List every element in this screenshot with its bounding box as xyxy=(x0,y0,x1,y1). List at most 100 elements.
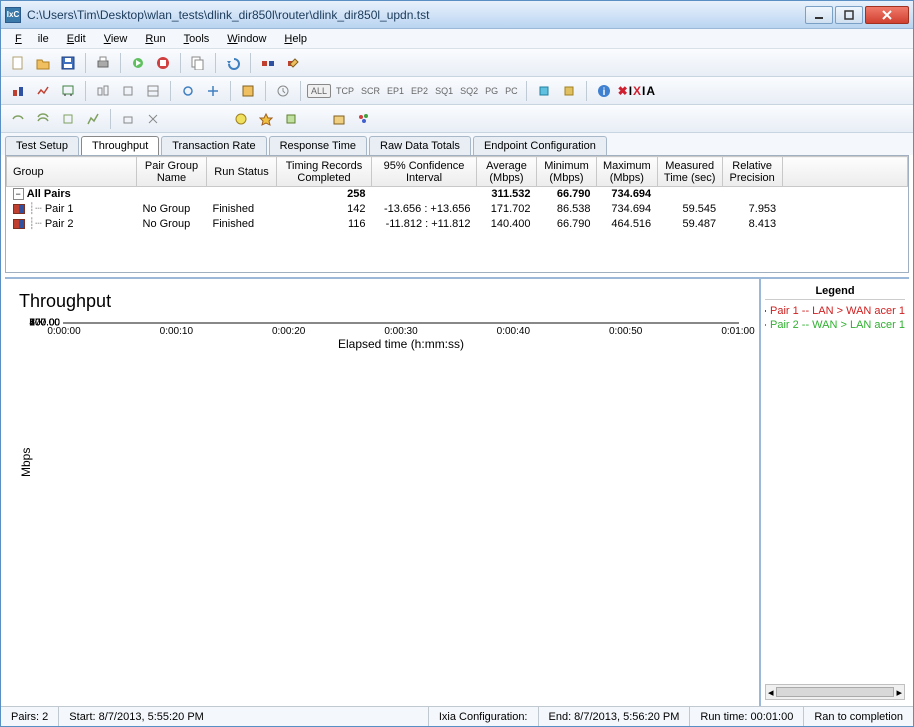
t2-icon-4[interactable] xyxy=(92,80,114,102)
pair-add-icon[interactable] xyxy=(257,52,279,74)
filter-tcp[interactable]: TCP xyxy=(334,86,356,96)
tab-test-setup[interactable]: Test Setup xyxy=(5,136,79,155)
status-pairs: Pairs: 2 xyxy=(1,707,59,726)
legend-scrollbar[interactable]: ◂ ▸ xyxy=(765,684,905,700)
titlebar: IxC C:\Users\Tim\Desktop\wlan_tests\dlin… xyxy=(1,1,913,29)
new-icon[interactable] xyxy=(7,52,29,74)
menu-file[interactable]: File xyxy=(7,31,57,47)
t2-icon-end2[interactable] xyxy=(558,80,580,102)
toolbar-main xyxy=(1,49,913,77)
results-grid: Group Pair Group Name Run Status Timing … xyxy=(5,155,909,273)
close-button[interactable] xyxy=(865,6,909,24)
menu-window[interactable]: Window xyxy=(219,31,274,47)
toolbar-extra xyxy=(1,105,913,133)
status-ran: Ran to completion xyxy=(804,707,913,726)
col-group[interactable]: Group xyxy=(7,157,137,187)
statusbar: Pairs: 2 Start: 8/7/2013, 5:55:20 PM Ixi… xyxy=(1,706,913,726)
maximize-button[interactable] xyxy=(835,6,863,24)
t2-icon-end1[interactable] xyxy=(533,80,555,102)
table-row[interactable]: ┊┄ Pair 1 No Group Finished 142 -13.656 … xyxy=(7,201,908,216)
svg-text:i: i xyxy=(602,87,605,98)
print-icon[interactable] xyxy=(92,52,114,74)
tab-throughput[interactable]: Throughput xyxy=(81,136,159,155)
status-end: End: 8/7/2013, 5:56:20 PM xyxy=(539,707,691,726)
status-ixia: Ixia Configuration: xyxy=(429,707,539,726)
tab-raw-data-totals[interactable]: Raw Data Totals xyxy=(369,136,471,155)
pair-icon xyxy=(13,219,25,229)
table-row[interactable]: ┊┄ Pair 2 No Group Finished 116 -11.812 … xyxy=(7,216,908,231)
app-icon: IxC xyxy=(5,7,21,23)
t2-icon-1[interactable] xyxy=(7,80,29,102)
info-icon[interactable]: i xyxy=(593,80,615,102)
menu-run[interactable]: Run xyxy=(137,31,173,47)
scroll-left-icon[interactable]: ◂ xyxy=(768,686,774,699)
col-avg[interactable]: Average (Mbps) xyxy=(477,157,537,187)
t3-icon-8[interactable] xyxy=(255,108,277,130)
t3-icon-3[interactable] xyxy=(57,108,79,130)
tab-transaction-rate[interactable]: Transaction Rate xyxy=(161,136,266,155)
t2-icon-5[interactable] xyxy=(117,80,139,102)
table-row-allpairs[interactable]: −All Pairs 258 311.532 66.790 734.694 xyxy=(7,187,908,202)
filter-pg[interactable]: PG xyxy=(483,86,500,96)
col-trc[interactable]: Timing Records Completed xyxy=(277,157,372,187)
t2-icon-9[interactable] xyxy=(237,80,259,102)
col-runstatus[interactable]: Run Status xyxy=(207,157,277,187)
filter-sq1[interactable]: SQ1 xyxy=(433,86,455,96)
t2-icon-6[interactable] xyxy=(142,80,164,102)
t2-icon-7[interactable] xyxy=(177,80,199,102)
col-ci[interactable]: 95% Confidence Interval xyxy=(372,157,477,187)
menu-help[interactable]: Help xyxy=(276,31,315,47)
scroll-right-icon[interactable]: ▸ xyxy=(896,686,902,699)
menu-view[interactable]: View xyxy=(96,31,136,47)
window-title: C:\Users\Tim\Desktop\wlan_tests\dlink_di… xyxy=(27,8,803,22)
copy-icon[interactable] xyxy=(187,52,209,74)
t3-icon-10[interactable] xyxy=(328,108,350,130)
tab-response-time[interactable]: Response Time xyxy=(269,136,367,155)
filter-pc[interactable]: PC xyxy=(503,86,520,96)
t3-icon-2[interactable] xyxy=(32,108,54,130)
filter-all[interactable]: ALL xyxy=(307,84,331,98)
menu-edit[interactable]: Edit xyxy=(59,31,94,47)
plot-box[interactable]: Elapsed time (h:mm:ss) 0.00100.00200.003… xyxy=(63,322,739,324)
minimize-button[interactable] xyxy=(805,6,833,24)
t3-icon-5[interactable] xyxy=(117,108,139,130)
tabstrip: Test Setup Throughput Transaction Rate R… xyxy=(1,133,913,155)
undo-icon[interactable] xyxy=(222,52,244,74)
t2-icon-10[interactable] xyxy=(272,80,294,102)
t3-icon-1[interactable] xyxy=(7,108,29,130)
legend-item[interactable]: Pair 1 -- LAN > WAN acer 1 xyxy=(765,304,905,318)
legend-item[interactable]: Pair 2 -- WAN > LAN acer 1 xyxy=(765,318,905,332)
t3-icon-7[interactable] xyxy=(230,108,252,130)
collapse-icon[interactable]: − xyxy=(13,188,24,200)
chart-pane: Throughput Mbps Elapsed time (h:mm:ss) 0… xyxy=(5,279,759,706)
filter-sq2[interactable]: SQ2 xyxy=(458,86,480,96)
t2-icon-2[interactable] xyxy=(32,80,54,102)
stop-icon[interactable] xyxy=(152,52,174,74)
t3-icon-4[interactable] xyxy=(82,108,104,130)
filter-ep2[interactable]: EP2 xyxy=(409,86,430,96)
t3-icon-9[interactable] xyxy=(280,108,302,130)
filter-scr[interactable]: SCR xyxy=(359,86,382,96)
tab-endpoint-config[interactable]: Endpoint Configuration xyxy=(473,136,607,155)
t2-icon-8[interactable] xyxy=(202,80,224,102)
toolbar-filters: ALL TCP SCR EP1 EP2 SQ1 SQ2 PG PC i ✖IXI… xyxy=(1,77,913,105)
run-icon[interactable] xyxy=(127,52,149,74)
status-runtime: Run time: 00:01:00 xyxy=(690,707,804,726)
legend-title: Legend xyxy=(765,285,905,300)
pair-edit-icon[interactable] xyxy=(282,52,304,74)
filter-ep1[interactable]: EP1 xyxy=(385,86,406,96)
col-pgname[interactable]: Pair Group Name xyxy=(137,157,207,187)
menu-tools[interactable]: Tools xyxy=(176,31,218,47)
open-icon[interactable] xyxy=(32,52,54,74)
t2-icon-3[interactable] xyxy=(57,80,79,102)
save-icon[interactable] xyxy=(57,52,79,74)
app-window: IxC C:\Users\Tim\Desktop\wlan_tests\dlin… xyxy=(0,0,914,727)
palette-icon[interactable] xyxy=(353,108,375,130)
col-rp[interactable]: Relative Precision xyxy=(722,157,782,187)
col-min[interactable]: Minimum (Mbps) xyxy=(537,157,597,187)
pair-icon xyxy=(13,204,25,214)
t3-icon-6[interactable] xyxy=(142,108,164,130)
col-mt[interactable]: Measured Time (sec) xyxy=(657,157,722,187)
col-max[interactable]: Maximum (Mbps) xyxy=(597,157,658,187)
ixia-logo: ✖IXIA xyxy=(618,84,656,98)
